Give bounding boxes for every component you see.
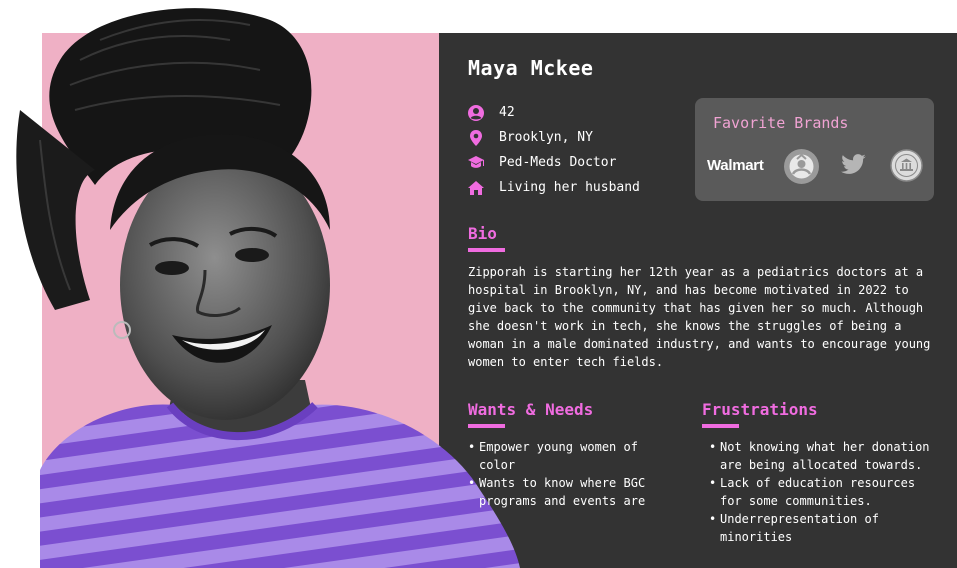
fact-location-text: Brooklyn, NY <box>499 130 593 145</box>
home-icon <box>467 179 485 197</box>
fact-age: 42 <box>467 100 640 125</box>
persona-facts: 42 Brooklyn, NY Ped-Meds Doctor Living h… <box>467 100 640 200</box>
person-icon <box>467 104 485 122</box>
graduation-cap-icon <box>467 154 485 172</box>
persona-portrait <box>16 8 520 568</box>
list-item: Empower young women of color <box>468 438 663 474</box>
fact-living-text: Living her husband <box>499 180 640 195</box>
list-item: Wants to know where BGC programs and eve… <box>468 474 663 510</box>
list-item: Lack of education resources for some com… <box>709 474 939 510</box>
frustrations-list: Not knowing what her donation are being … <box>709 438 939 546</box>
seal-logo <box>890 149 923 182</box>
fact-living: Living her husband <box>467 175 640 200</box>
wants-needs-title: Wants & Needs <box>468 400 594 419</box>
wants-needs-underline <box>468 424 505 428</box>
persona-name: Maya Mckee <box>468 56 594 80</box>
favorite-brands-card: Favorite Brands Walmart <box>695 98 934 201</box>
fact-occupation-text: Ped-Meds Doctor <box>499 155 617 170</box>
bio-underline <box>468 248 505 252</box>
bio-text: Zipporah is starting her 12th year as a … <box>468 265 931 369</box>
starbucks-logo <box>784 149 819 184</box>
wants-needs-list: Empower young women of color Wants to kn… <box>468 438 663 510</box>
walmart-logo: Walmart <box>707 157 764 174</box>
frustrations-title: Frustrations <box>702 400 818 419</box>
frustrations-underline <box>702 424 739 428</box>
bio-title: Bio <box>468 224 497 243</box>
list-item: Not knowing what her donation are being … <box>709 438 939 474</box>
fact-age-text: 42 <box>499 105 515 120</box>
fact-location: Brooklyn, NY <box>467 125 640 150</box>
favorite-brands-title: Favorite Brands <box>713 114 849 132</box>
twitter-bird-icon <box>841 154 866 174</box>
fact-occupation: Ped-Meds Doctor <box>467 150 640 175</box>
location-pin-icon <box>467 129 485 147</box>
list-item: Underrepresentation of minorities <box>709 510 939 546</box>
